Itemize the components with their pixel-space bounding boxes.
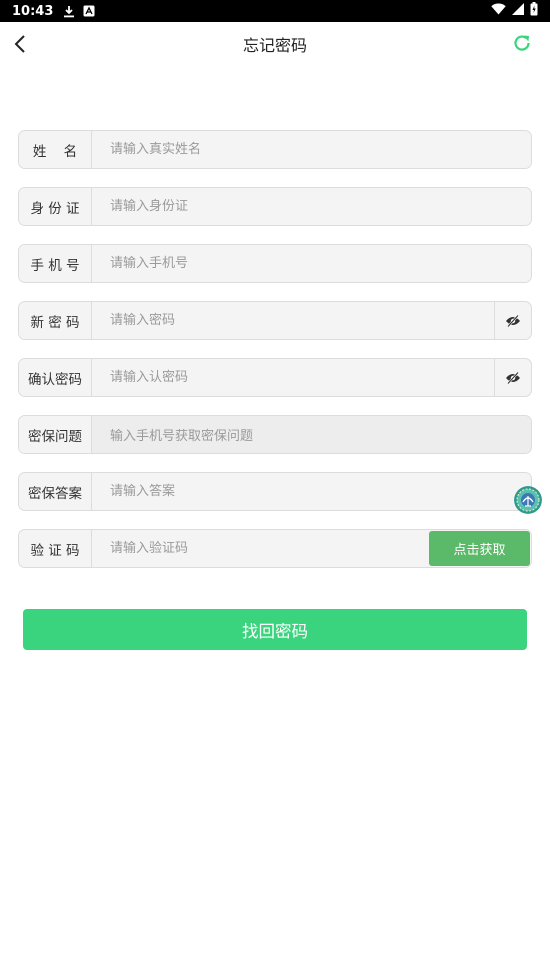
confirm-password-input[interactable] <box>92 359 494 396</box>
toggle-new-password-visibility[interactable] <box>494 302 531 339</box>
eye-hidden-icon <box>506 371 520 384</box>
security-question-row: 密保问题 输入手机号获取密保问题 <box>18 415 532 454</box>
security-question-value: 输入手机号获取密保问题 <box>92 416 531 453</box>
refresh-button[interactable] <box>510 31 534 55</box>
confirm-password-row: 确认密码 <box>18 358 532 397</box>
back-arrow-icon <box>14 35 25 53</box>
security-answer-row: 密保答案 <box>18 472 532 511</box>
phone-input[interactable] <box>92 245 531 282</box>
new-password-row: 新 密 码 <box>18 301 532 340</box>
phone-row: 手 机 号 <box>18 244 532 283</box>
phone-label: 手 机 号 <box>19 245 92 282</box>
download-icon <box>63 5 75 18</box>
status-bar: 10:43 <box>0 0 550 22</box>
name-label: 姓 名 <box>19 131 92 168</box>
toggle-confirm-password-visibility[interactable] <box>494 359 531 396</box>
id-card-input[interactable] <box>92 188 531 225</box>
id-card-label: 身 份 证 <box>19 188 92 225</box>
floating-logo-button[interactable] <box>514 486 542 514</box>
eye-hidden-icon <box>506 314 520 327</box>
name-input[interactable] <box>92 131 531 168</box>
app-notification-icon <box>83 5 95 17</box>
verification-code-label: 验 证 码 <box>19 530 92 567</box>
signal-icon <box>512 3 524 19</box>
get-code-button[interactable]: 点击获取 <box>429 531 530 566</box>
new-password-input[interactable] <box>92 302 494 339</box>
new-password-label: 新 密 码 <box>19 302 92 339</box>
security-question-label: 密保问题 <box>19 416 92 453</box>
security-answer-label: 密保答案 <box>19 473 92 510</box>
verification-code-row: 验 证 码 点击获取 <box>18 529 532 568</box>
back-button[interactable] <box>8 30 32 58</box>
status-time: 10:43 <box>12 3 54 19</box>
page-title: 忘记密码 <box>242 36 307 55</box>
security-answer-input[interactable] <box>92 473 531 510</box>
retrieve-password-button[interactable]: 找回密码 <box>23 609 527 650</box>
name-row: 姓 名 <box>18 130 532 169</box>
floating-logo-icon <box>514 486 542 514</box>
confirm-password-label: 确认密码 <box>19 359 92 396</box>
battery-icon <box>530 2 538 20</box>
reset-password-form: 姓 名 身 份 证 手 机 号 新 密 码 确认密码 密保问题 输入手机号获取密… <box>18 130 532 586</box>
refresh-icon <box>514 35 530 51</box>
wifi-icon <box>491 3 506 19</box>
id-card-row: 身 份 证 <box>18 187 532 226</box>
navigation-bar: 忘记密码 <box>0 22 550 66</box>
